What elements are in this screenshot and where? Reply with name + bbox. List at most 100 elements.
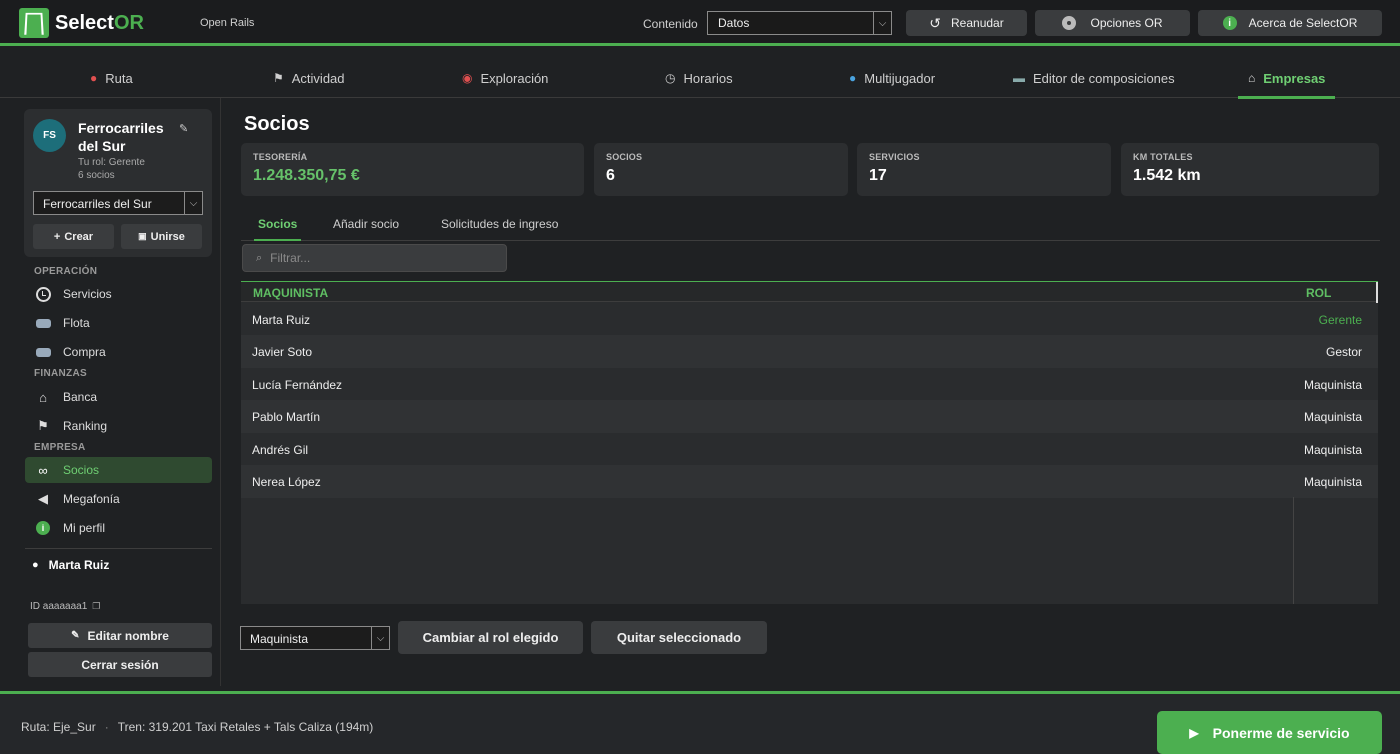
info-icon: i <box>1222 16 1237 30</box>
go-on-duty-label: Ponerme de servicio <box>1212 724 1350 741</box>
sidebar-item-socios[interactable]: ∞ Socios <box>25 457 212 483</box>
train-icon: ▬ <box>1013 71 1025 85</box>
filter-field[interactable]: ⌕ <box>242 244 507 272</box>
speaker-icon: ◀ <box>38 491 48 506</box>
table-row[interactable]: Javier Soto Gestor <box>241 335 1378 368</box>
edit-name-button[interactable]: ✎ Editar nombre <box>28 623 212 648</box>
subtab-solicitudes[interactable]: Solicitudes de ingreso <box>441 208 558 240</box>
join-icon: ▣ <box>138 231 147 241</box>
member-role: Maquinista <box>1303 442 1362 457</box>
logo-icon <box>19 8 49 38</box>
link-icon: ∞ <box>38 462 48 478</box>
clock-icon: ◷ <box>665 71 676 85</box>
globe-icon: ● <box>849 71 857 85</box>
sidebar-item-label: Servicios <box>63 287 112 301</box>
role-select[interactable]: Maquinista ⌵ <box>240 626 390 650</box>
column-resize-handle[interactable] <box>1376 282 1378 303</box>
sidebar-item-banca[interactable]: ⌂ Banca <box>25 384 212 410</box>
bank-icon: ⌂ <box>39 389 47 405</box>
section-operacion: OPERACIÓN <box>34 266 98 277</box>
flag-icon: ⚑ <box>273 71 284 85</box>
clock-icon <box>34 286 52 302</box>
plus-icon: + <box>53 230 61 243</box>
tab-ruta[interactable]: ● Ruta <box>90 58 133 98</box>
tab-multijugador-label: Multijugador <box>864 70 936 86</box>
pin-icon: ● <box>90 71 98 85</box>
bank-icon: ⌂ <box>1248 71 1256 85</box>
column-header-rol[interactable]: ROL <box>1306 286 1331 300</box>
company-avatar: FS <box>33 119 66 152</box>
sidebar-user: ● Marta Ruiz <box>32 558 109 572</box>
join-company-label: Unirse <box>150 230 185 243</box>
table-row[interactable]: Nerea López Maquinista <box>241 465 1378 498</box>
status-footer: Ruta: Eje_Sur · Tren: 319.201 Taxi Retales… <box>0 691 1400 754</box>
company-select[interactable]: Ferrocarriles del Sur ⌵ <box>33 191 203 215</box>
sidebar-item-megafonia[interactable]: ◀ Megafonía <box>25 486 212 512</box>
sidebar-item-mi-perfil[interactable]: i Mi perfil <box>25 515 212 541</box>
table-row[interactable]: Lucía Fernández Maquinista <box>241 368 1378 401</box>
tab-horarios[interactable]: ◷ Horarios <box>665 58 733 98</box>
user-id-text: ID aaaaaaa1 <box>30 601 88 612</box>
stat-km-totales: KM TOTALES 1.542 km <box>1121 143 1379 196</box>
column-divider <box>1293 497 1294 604</box>
subtabs: Socios Añadir socio Solicitudes de ingre… <box>241 208 1380 241</box>
content-select-value: Datos <box>718 16 750 30</box>
table-row[interactable]: Pablo Martín Maquinista <box>241 400 1378 433</box>
tab-empresas-label: Empresas <box>1263 70 1326 86</box>
resume-button[interactable]: ↺ Reanudar <box>906 10 1027 36</box>
footer-info: Ruta: Eje_Sur · Tren: 319.201 Taxi Retales… <box>21 720 373 734</box>
sidebar-item-label: Megafonía <box>63 492 120 506</box>
tab-editor-composiciones[interactable]: ▬ Editor de composiciones <box>1013 58 1175 98</box>
table-row[interactable]: Andrés Gil Maquinista <box>241 433 1378 466</box>
content-select[interactable]: Datos ⌵ <box>707 11 892 35</box>
stat-value: 6 <box>606 167 615 184</box>
sidebar-item-compra[interactable]: Compra <box>25 339 212 365</box>
tab-actividad[interactable]: ⚑ Actividad <box>273 58 345 98</box>
or-options-button[interactable]: Opciones OR <box>1035 10 1190 36</box>
footer-route: Ruta: Eje_Sur <box>21 720 96 734</box>
app-name: SelectOR <box>55 12 144 35</box>
sidebar-item-servicios[interactable]: Servicios <box>25 281 212 307</box>
content-label: Contenido <box>643 17 698 31</box>
app-subtitle: Open Rails <box>200 17 255 29</box>
sidebar-item-label: Mi perfil <box>63 521 106 535</box>
tab-multijugador[interactable]: ● Multijugador <box>849 58 935 98</box>
company-card: FS Ferrocarriles del Sur ✎ Tu rol: Geren… <box>24 109 212 257</box>
logout-button[interactable]: Cerrar sesión <box>28 652 212 677</box>
column-header-maquinista[interactable]: MAQUINISTA <box>253 286 328 300</box>
subtab-anadir-socio[interactable]: Añadir socio <box>333 208 399 240</box>
member-name: Nerea López <box>252 474 321 489</box>
sidebar-item-label: Flota <box>63 316 90 330</box>
table-header: MAQUINISTA ROL <box>241 281 1378 303</box>
change-role-button[interactable]: Cambiar al rol elegido <box>398 621 583 654</box>
stat-label: SOCIOS <box>606 152 643 162</box>
search-icon: ⌕ <box>256 251 263 264</box>
copy-icon[interactable]: ❐ <box>92 601 100 612</box>
member-name: Marta Ruiz <box>252 312 311 327</box>
edit-company-icon[interactable]: ✎ <box>179 122 188 135</box>
filter-input[interactable] <box>270 251 471 265</box>
about-button[interactable]: i Acerca de SelectOR <box>1198 10 1382 36</box>
stat-socios: SOCIOS 6 <box>594 143 848 196</box>
tab-empresas[interactable]: ⌂ Empresas <box>1237 58 1336 99</box>
table-row[interactable]: Marta Ruiz Gerente <box>241 303 1378 336</box>
create-company-button[interactable]: + Crear <box>33 224 114 249</box>
company-role: Tu rol: Gerente <box>78 157 145 168</box>
tab-ruta-label: Ruta <box>105 70 133 86</box>
chevron-down-icon: ⌵ <box>371 627 389 649</box>
app-logo: SelectOR <box>19 8 144 38</box>
sidebar-item-ranking[interactable]: ⚑ Ranking <box>25 413 212 439</box>
go-on-duty-button[interactable]: ▶ Ponerme de servicio <box>1157 711 1382 754</box>
sidebar-item-flota[interactable]: Flota <box>25 310 212 336</box>
remove-selected-button[interactable]: Quitar seleccionado <box>591 621 767 654</box>
info-icon: i <box>34 521 52 535</box>
tab-exploracion[interactable]: ◉ Exploración <box>462 58 548 98</box>
app-name-prefix: Select <box>55 11 114 34</box>
sidebar: FS Ferrocarriles del Sur ✎ Tu rol: Geren… <box>12 98 221 686</box>
join-company-button[interactable]: ▣ Unirse <box>121 224 202 249</box>
page-title: Socios <box>244 113 310 135</box>
subtab-socios[interactable]: Socios <box>253 208 302 241</box>
main-nav: ● Ruta ⚑ Actividad ◉ Exploración ◷ Horar… <box>0 58 1400 99</box>
chevron-down-icon: ⌵ <box>184 192 202 214</box>
stat-tesoreria: TESORERÍA 1.248.350,75 € <box>241 143 584 196</box>
